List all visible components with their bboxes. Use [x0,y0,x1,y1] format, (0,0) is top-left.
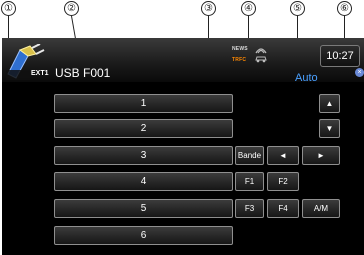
status-header: EXT1 USB F001 NEWS TRFC Auto 10:27 [2,38,364,84]
head-unit-screen: EXT1 USB F001 NEWS TRFC Auto 10:27 1 2 3… [2,38,364,255]
callout-1-number: ① [1,1,16,16]
preset-button-2[interactable]: 2 [54,119,233,138]
traffic-car-icon [255,56,267,63]
f2-button[interactable]: F2 [267,172,299,191]
device-name: USB F001 [55,66,111,80]
news-indicator: NEWS [232,46,248,52]
f4-button[interactable]: F4 [267,199,299,218]
news-signal-icon [255,48,267,54]
source-label: EXT1 [31,70,49,77]
f1-button[interactable]: F1 [235,172,264,191]
scroll-up-button[interactable]: ▲ [319,94,340,113]
preset-button-4[interactable]: 4 [54,172,233,191]
callout-3-number: ③ [201,1,216,16]
clock-display[interactable]: 10:27 [320,45,360,67]
preset-button-5[interactable]: 5 [54,199,233,218]
preset-button-6[interactable]: 6 [54,226,233,245]
f3-button[interactable]: F3 [235,199,264,218]
band-button[interactable]: Bande [235,146,264,165]
preset-button-1[interactable]: 1 [54,94,233,113]
callout-2-number: ② [64,1,79,16]
callout-5-number: ⑤ [290,1,305,16]
callout-4-number: ④ [241,1,256,16]
scroll-down-button[interactable]: ▼ [319,119,340,138]
callout-6-number: ⑥ [337,1,352,16]
mode-indicator: Auto [295,72,318,84]
seek-left-button[interactable]: ◄ [267,146,299,165]
seek-right-button[interactable]: ► [302,146,340,165]
preset-button-3[interactable]: 3 [54,146,233,165]
am-button[interactable]: A/M [302,199,340,218]
close-badge-icon[interactable]: × [355,68,364,77]
traffic-indicator: TRFC [232,57,247,63]
